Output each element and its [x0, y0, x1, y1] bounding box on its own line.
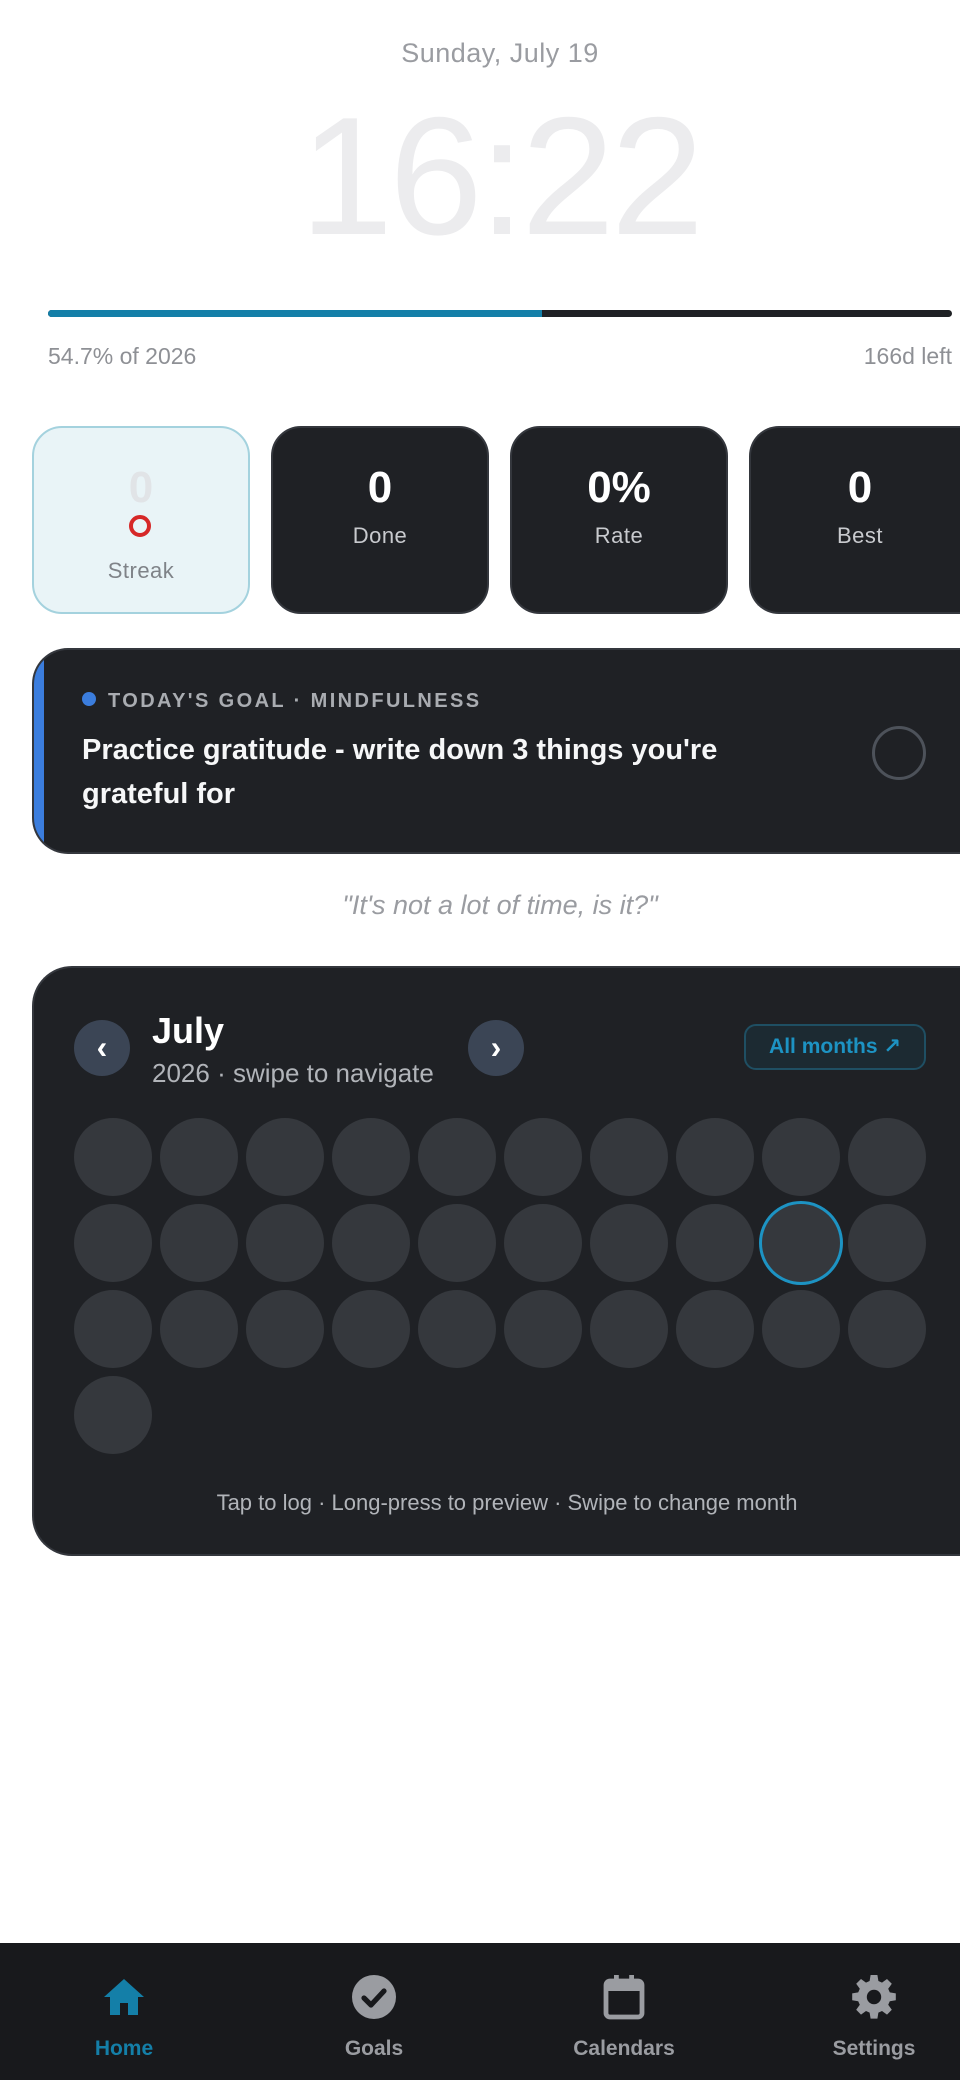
calendar-day[interactable]	[676, 1290, 754, 1368]
clock: 16:22	[299, 82, 704, 270]
calendar-day[interactable]	[676, 1204, 754, 1282]
home-icon	[104, 1979, 144, 2015]
calendar-day[interactable]	[160, 1290, 238, 1368]
calendar-day[interactable]	[848, 1204, 926, 1282]
tab-calendars[interactable]: Calendars	[524, 1943, 724, 2080]
calendar-day[interactable]	[332, 1118, 410, 1196]
tab-calendars-label: Calendars	[573, 2037, 675, 2060]
month-subtitle: 2026 · swipe to navigate	[152, 1058, 434, 1088]
calendar-day[interactable]	[590, 1204, 668, 1282]
streak-ring-icon	[129, 515, 151, 537]
stat-best-label: Best	[836, 523, 884, 548]
all-months-button[interactable]: All months ↗	[744, 1024, 926, 1070]
quote: "It's not a lot of time, is it?"	[342, 890, 658, 920]
year-progress-fill	[48, 310, 543, 317]
next-month-button[interactable]: ›	[468, 1020, 524, 1076]
goal-heading: TODAY'S GOAL · MINDFULNESS	[82, 690, 481, 713]
calendar-day[interactable]	[246, 1290, 324, 1368]
date-label: Sunday, July 19	[401, 38, 599, 68]
calendar-card[interactable]: ‹ July 2026 · swipe to navigate › All mo…	[32, 966, 960, 1556]
tab-goals[interactable]: Goals	[274, 1943, 474, 2080]
calendar-hint: Tap to log · Long-press to preview · Swi…	[216, 1490, 798, 1515]
calendar-day[interactable]	[504, 1204, 582, 1282]
calendar-day[interactable]	[418, 1204, 496, 1282]
days-left-label: 166d left	[863, 343, 952, 369]
calendar-day[interactable]	[246, 1204, 324, 1282]
gear-icon	[852, 1975, 896, 2019]
calendar-day[interactable]	[160, 1118, 238, 1196]
calendar-day[interactable]	[160, 1204, 238, 1282]
calendar-day[interactable]	[332, 1290, 410, 1368]
calendar-day[interactable]	[418, 1290, 496, 1368]
calendar-day-today[interactable]	[762, 1204, 840, 1282]
calendar-day[interactable]	[418, 1118, 496, 1196]
calendar-day[interactable]	[590, 1118, 668, 1196]
tab-home-label: Home	[94, 2037, 154, 2060]
stat-streak-label: Streak	[107, 558, 175, 583]
calendar-day[interactable]	[848, 1118, 926, 1196]
stat-rate-value: 0%	[587, 463, 651, 512]
year-progress-label: 54.7% of 2026	[48, 343, 197, 369]
year-progress-bar	[48, 310, 952, 317]
month-title: July	[152, 1010, 225, 1051]
tab-goals-label: Goals	[344, 2037, 404, 2060]
calendar-day[interactable]	[74, 1204, 152, 1282]
calendar-day[interactable]	[590, 1290, 668, 1368]
calendar-day[interactable]	[762, 1118, 840, 1196]
goal-category-dot-icon	[82, 692, 96, 706]
calendar-day[interactable]	[504, 1118, 582, 1196]
goal-complete-checkbox[interactable]	[872, 726, 926, 780]
calendar-icon	[603, 1975, 645, 2020]
prev-month-button[interactable]: ‹	[74, 1020, 130, 1076]
calendar-day[interactable]	[332, 1204, 410, 1282]
calendar-day[interactable]	[74, 1290, 152, 1368]
stat-best-value: 0	[847, 463, 873, 512]
calendar-day[interactable]	[676, 1118, 754, 1196]
todays-goal-card[interactable]: TODAY'S GOAL · MINDFULNESS Practice grat…	[32, 648, 960, 854]
tab-settings[interactable]: Settings	[774, 1943, 960, 2080]
tab-settings-label: Settings	[832, 2037, 916, 2060]
calendar-day[interactable]	[74, 1118, 152, 1196]
tab-home[interactable]: Home	[24, 1943, 224, 2080]
calendar-day[interactable]	[762, 1290, 840, 1368]
stat-done[interactable]: 0 Done	[271, 426, 489, 614]
goal-heading-text: TODAY'S GOAL · MINDFULNESS	[108, 690, 482, 712]
stat-best[interactable]: 0 Best	[749, 426, 960, 614]
check-circle-icon	[352, 1975, 396, 2019]
stat-streak-value: 0	[128, 463, 154, 512]
calendar-day[interactable]	[246, 1118, 324, 1196]
goal-accent-bar	[34, 650, 44, 852]
stat-done-label: Done	[352, 523, 408, 548]
calendar-day[interactable]	[74, 1376, 152, 1454]
stat-streak[interactable]: 0 Streak	[32, 426, 250, 614]
calendar-day[interactable]	[848, 1290, 926, 1368]
goal-text: Practice gratitude - write down 3 things…	[82, 734, 718, 810]
tab-bar: Home Goals Calendars Settings	[0, 1943, 960, 2080]
calendar-day[interactable]	[504, 1290, 582, 1368]
stat-done-value: 0	[367, 463, 393, 512]
stat-rate-label: Rate	[594, 523, 644, 548]
stat-rate[interactable]: 0% Rate	[510, 426, 728, 614]
